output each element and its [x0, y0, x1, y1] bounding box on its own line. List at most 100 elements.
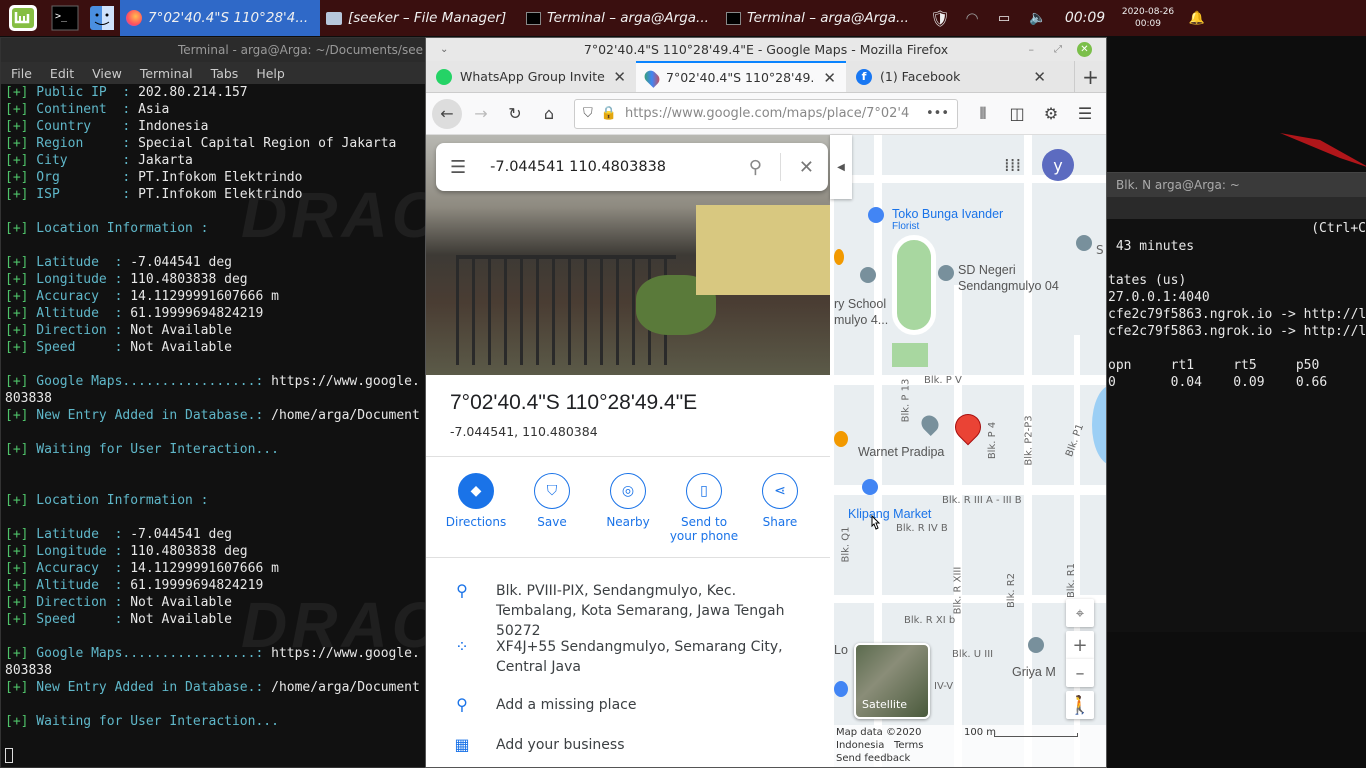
terminal-menubar [1106, 197, 1366, 219]
volume-icon[interactable]: 🔈 [1020, 10, 1056, 26]
url-bar[interactable]: ⛉ 🔒 https://www.google.com/maps/place/7°… [574, 98, 958, 129]
line-value: 110.4803838 deg [130, 544, 248, 559]
mint-menu-button[interactable] [0, 0, 46, 36]
indonesia-link[interactable]: Indonesia [836, 740, 884, 751]
terminal-output[interactable]: [+] Public IP : 202.80.214.157 [+] Contin… [5, 84, 427, 767]
extension-button[interactable]: ⚙ [1036, 99, 1066, 129]
place-pin-icon[interactable] [917, 411, 943, 437]
tab-close-icon[interactable]: ✕ [613, 68, 626, 86]
shop-pin-icon[interactable] [834, 681, 848, 697]
menu-view[interactable]: View [92, 66, 122, 81]
reload-button[interactable]: ↻ [500, 99, 530, 129]
school-pin-icon-2[interactable] [860, 267, 876, 283]
task-firefox[interactable]: 7°02'40.4"S 110°28'4... [120, 0, 320, 36]
account-avatar[interactable]: y [1042, 149, 1074, 181]
map-label-market[interactable]: Klipang Market [848, 507, 931, 521]
task-file-manager[interactable]: [seeker – File Manager] [320, 0, 520, 36]
menu-help[interactable]: Help [256, 66, 285, 81]
landmark-pin-icon[interactable] [1028, 637, 1044, 653]
nearby-button[interactable]: ◎ Nearby [591, 473, 665, 557]
new-tab-button[interactable]: + [1074, 61, 1106, 92]
terminal-line: [+] Continent : Asia [5, 101, 427, 118]
home-button[interactable]: ⌂ [534, 99, 564, 129]
task-terminal-1[interactable]: Terminal – arga@Arga... [520, 0, 720, 36]
map-label-blk-p13: Blk. P 13 [900, 378, 912, 423]
search-icon[interactable]: ⚲ [749, 157, 762, 178]
menu-terminal[interactable]: Terminal [140, 66, 193, 81]
save-button[interactable]: ⛉ Save [515, 473, 589, 557]
library-button[interactable]: ⫴ [968, 99, 998, 129]
tab-close-icon[interactable]: ✕ [823, 69, 836, 87]
send-to-phone-button[interactable]: ▯ Send to your phone [667, 473, 741, 557]
terminal-output[interactable]: 43 minutes tates (us) 27.0.0.1:4040 cfe2c79… [1108, 221, 1366, 391]
add-business-icon: ▦ [454, 735, 470, 754]
map-canvas[interactable]: Toko Bunga Ivander Florist SD Negeri Sen… [834, 135, 1106, 767]
tab-whatsapp[interactable]: WhatsApp Group Invite ✕ [426, 61, 636, 92]
add-missing-place-row[interactable]: ⚲ Add a missing place [426, 695, 830, 715]
firefox-window[interactable]: ⌄ 7°02'40.4"S 110°28'49.4"E - Google Map… [425, 37, 1107, 768]
sidebar-button[interactable]: ◫ [1002, 99, 1032, 129]
street-view-pegman[interactable]: 🚶 [1066, 691, 1094, 719]
forward-button[interactable]: → [466, 99, 496, 129]
search-input[interactable]: -7.044541 110.4803838 [490, 159, 749, 175]
hamburger-menu-icon[interactable]: ☰ [450, 157, 466, 178]
zoom-in-button[interactable]: + [1066, 631, 1094, 659]
plus-code-row[interactable]: ⁘ XF4J+55 Sendangmulyo, Semarang City, C… [426, 637, 830, 677]
zoom-out-button[interactable]: – [1066, 659, 1094, 687]
tab-google-maps[interactable]: 7°02'40.4"S 110°28'49.4"E ✕ [636, 61, 846, 92]
window-menu-icon[interactable]: ⌄ [440, 44, 448, 55]
menu-file[interactable]: File [11, 66, 32, 81]
send-feedback-link[interactable]: Send feedback [836, 753, 910, 764]
task-terminal-2[interactable]: Terminal – arga@Arga... [720, 0, 920, 36]
minimize-icon[interactable]: – [1029, 43, 1035, 56]
map-label-sd[interactable]: SD Negeri [958, 263, 1016, 277]
florist-pin-icon[interactable] [868, 207, 884, 223]
date-display[interactable]: 2020-08-26 00:09 [1114, 6, 1182, 30]
terminal-launcher[interactable]: >_ [46, 0, 84, 36]
notification-bell-icon[interactable]: 🔔 [1182, 11, 1212, 26]
line-key: Org : [28, 170, 139, 185]
hamburger-menu-button[interactable]: ☰ [1070, 99, 1100, 129]
shopping-pin-icon[interactable] [862, 479, 878, 495]
apps-grid-icon[interactable]: ⁞⁞⁞ [1004, 155, 1021, 176]
shield-icon[interactable]: 🛡 [924, 9, 956, 28]
search-box[interactable]: ☰ -7.044541 110.4803838 ⚲ ✕ [436, 143, 828, 191]
more-icon[interactable]: ••• [926, 106, 949, 121]
file-manager-launcher[interactable] [84, 0, 120, 36]
menu-edit[interactable]: Edit [50, 66, 74, 81]
map-label-warnet[interactable]: Warnet Pradipa [858, 445, 944, 459]
my-location-button[interactable]: ⌖ [1066, 599, 1094, 627]
battery-icon[interactable]: ▭ [988, 11, 1020, 26]
task-label: [seeker – File Manager] [348, 10, 507, 26]
wifi-icon[interactable]: ◠ [956, 9, 988, 27]
close-icon[interactable]: ✕ [799, 157, 814, 178]
terminal-window-left[interactable]: Terminal - arga@Arga: ~/Documents/see Fi… [0, 37, 438, 768]
terminal-titlebar[interactable]: Terminal - arga@Arga: ~/Documents/see [1, 38, 427, 62]
food-pin-icon[interactable] [834, 431, 848, 447]
food-pin-icon-2[interactable] [834, 249, 844, 265]
school-pin-icon[interactable] [938, 265, 954, 281]
map-label-school[interactable]: ry School [834, 297, 886, 311]
menu-tabs[interactable]: Tabs [211, 66, 239, 81]
maximize-icon[interactable]: ⤢ [1054, 44, 1062, 55]
map-label-toko[interactable]: Toko Bunga Ivander [892, 207, 1003, 221]
directions-button[interactable]: ◆ Directions [439, 473, 513, 557]
terminal-titlebar[interactable]: Blk. N arga@Arga: ~ [1106, 173, 1366, 197]
clock[interactable]: 00:09 [1056, 10, 1114, 26]
firefox-titlebar[interactable]: ⌄ 7°02'40.4"S 110°28'49.4"E - Google Map… [426, 38, 1106, 61]
map-label-griya[interactable]: Griya M [1012, 665, 1056, 679]
share-button[interactable]: ⋖ Share [743, 473, 817, 557]
satellite-toggle[interactable]: Satellite [854, 643, 930, 719]
school-pin-icon-3[interactable] [1076, 235, 1092, 251]
add-business-row[interactable]: ▦ Add your business [426, 735, 830, 755]
back-button[interactable]: ← [432, 98, 462, 129]
close-icon[interactable]: ✕ [1077, 42, 1092, 57]
terminal-line: [+] New Entry Added in Database.: /home/… [5, 679, 427, 696]
terms-link[interactable]: Terms [894, 740, 923, 751]
tab-facebook[interactable]: f (1) Facebook ✕ [846, 61, 1056, 92]
collapse-panel-button[interactable]: ◀ [830, 135, 852, 199]
address-row[interactable]: ⚲ Blk. PVIII-PIX, Sendangmulyo, Kec. Tem… [426, 581, 830, 641]
tab-close-icon[interactable]: ✕ [1033, 68, 1046, 86]
terminal-window-right[interactable]: Blk. N arga@Arga: ~ (Ctrl+C 43 minutes ta… [1106, 172, 1366, 632]
